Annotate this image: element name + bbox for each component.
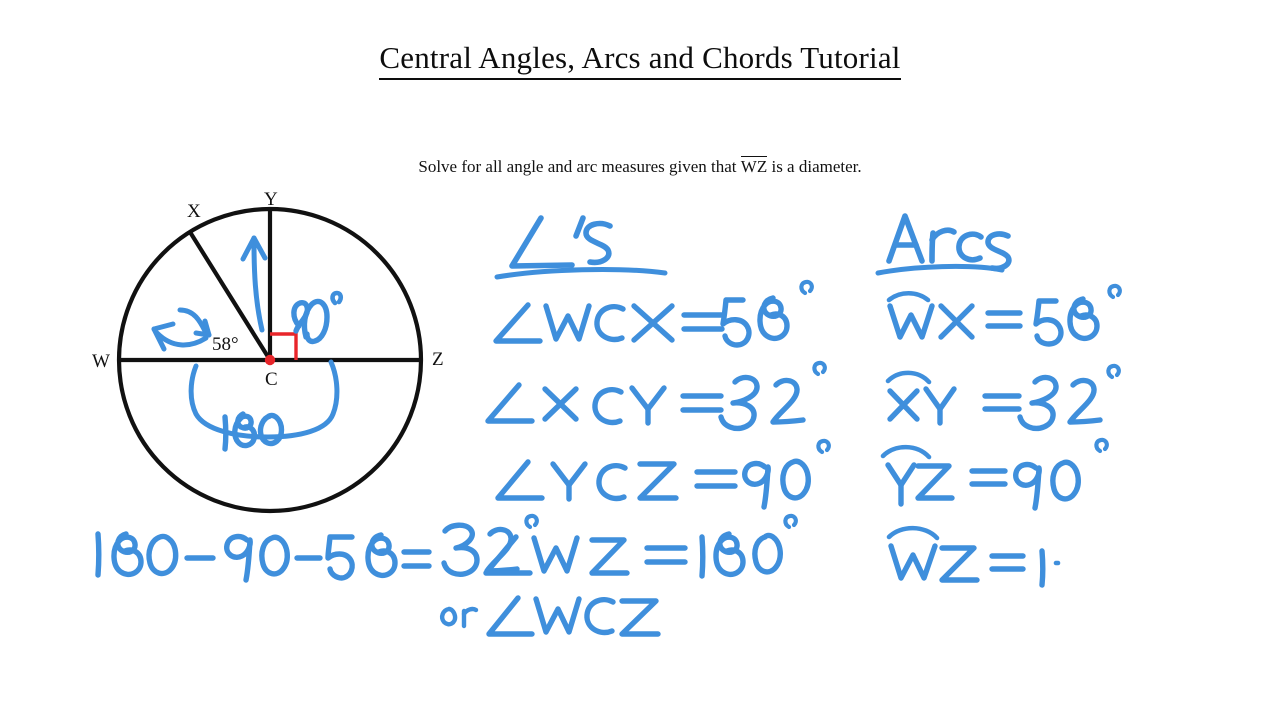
ink-angle-line-1 xyxy=(493,279,814,348)
circle-diagram-svg xyxy=(116,206,424,514)
ink-heading-arcs xyxy=(886,213,1012,272)
ink-arc-line-3 xyxy=(880,437,1109,511)
problem-statement: Solve for all angle and arc measures giv… xyxy=(0,156,1280,177)
prompt-text-after: is a diameter. xyxy=(767,157,862,176)
vertex-label-z: Z xyxy=(432,349,444,370)
center-point-dot xyxy=(264,354,276,366)
ink-heading-angles xyxy=(509,215,613,269)
ink-underline-angles xyxy=(494,267,668,280)
vertex-label-x: X xyxy=(187,201,201,222)
ink-arc-line-4 xyxy=(886,525,1061,588)
tutorial-screen: Central Angles, Arcs and Chords Tutorial… xyxy=(0,0,1280,720)
ink-underline-arcs xyxy=(875,263,1005,276)
ink-arc-line-1 xyxy=(886,283,1122,347)
segment-wz-label: WZ xyxy=(740,156,768,176)
ink-bottom-equation xyxy=(95,513,539,583)
circle-diagram: W X Y Z C 58° xyxy=(80,180,480,520)
right-angle-mark-icon xyxy=(270,332,298,360)
angles-column-text: ∠'s ∠WCX = 58° ∠XCY = 32° ∠YCZ = 90° ∠WZ… xyxy=(0,0,1,1)
page-title-text: Central Angles, Arcs and Chords Tutorial xyxy=(379,40,901,80)
arcs-heading-text: Arcs xyxy=(0,0,1,1)
prompt-text-before: Solve for all angle and arc measures giv… xyxy=(418,157,741,176)
ink-alternative-marker xyxy=(440,606,479,629)
ink-angle-line-3 xyxy=(495,438,831,510)
bottom-equation-text: 180 - 90 - 58 = 32° xyxy=(0,0,1,1)
vertex-label-c: C xyxy=(265,369,278,390)
ink-arc-line-2 xyxy=(885,363,1121,432)
angle-measure-58-label: 58° xyxy=(212,334,239,355)
ink-angle-line-5 xyxy=(486,595,661,637)
page-title: Central Angles, Arcs and Chords Tutorial xyxy=(0,40,1280,80)
vertex-label-y: Y xyxy=(264,189,278,210)
ink-180-text: 180 xyxy=(0,0,1,1)
ink-angle-line-4 xyxy=(483,513,798,579)
vertex-label-w: W xyxy=(92,351,110,372)
arcs-column-text: Arcs WX = 58° XY = 32° YZ = 90° WZ = 1 xyxy=(0,0,1,1)
ink-angle-line-2 xyxy=(485,360,827,432)
ink-90-degrees-text: 90° xyxy=(0,0,1,1)
